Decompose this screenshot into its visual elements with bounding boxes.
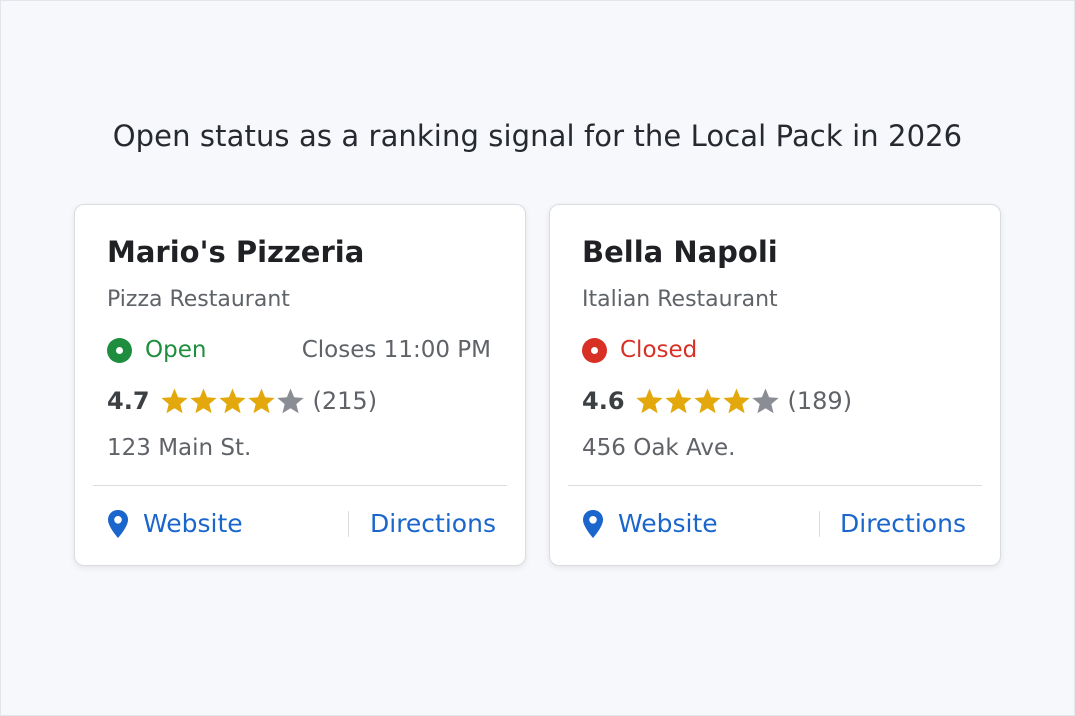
star-rating: [160, 387, 305, 415]
business-category: Pizza Restaurant: [107, 287, 290, 312]
business-category: Italian Restaurant: [582, 287, 778, 312]
review-count-link[interactable]: (189): [788, 387, 853, 415]
rating-row: 4.6 (189): [582, 385, 852, 417]
open-status-icon: [107, 338, 132, 363]
closing-time: Closes 11:00 PM: [301, 337, 491, 363]
page-title: Open status as a ranking signal for the …: [112, 119, 963, 153]
business-card-marios-pizzeria[interactable]: Mario's Pizzeria Pizza Restaurant Open C…: [74, 204, 526, 566]
directions-label: Directions: [840, 509, 966, 538]
rating-value: 4.6: [582, 387, 625, 415]
open-status-row: Closed: [582, 335, 976, 365]
directions-button[interactable]: Directions: [370, 507, 496, 541]
closed-status-icon: [582, 338, 607, 363]
business-name[interactable]: Bella Napoli: [582, 233, 778, 271]
card-divider: [93, 485, 507, 486]
business-name[interactable]: Mario's Pizzeria: [107, 233, 364, 271]
review-count-link[interactable]: (215): [313, 387, 378, 415]
website-label: Website: [618, 509, 718, 538]
website-button[interactable]: Website: [107, 507, 243, 541]
rating-row: 4.7 (215): [107, 385, 377, 417]
directions-button[interactable]: Directions: [840, 507, 966, 541]
star-filled-icon: [218, 388, 246, 414]
business-address: 123 Main St.: [107, 435, 252, 461]
business-card-bella-napoli[interactable]: Bella Napoli Italian Restaurant Closed 4…: [549, 204, 1001, 566]
star-filled-icon: [247, 388, 275, 414]
star-empty-icon: [276, 388, 304, 414]
star-filled-icon: [664, 388, 692, 414]
star-filled-icon: [693, 388, 721, 414]
location-pin-icon: [583, 510, 603, 538]
website-label: Website: [143, 509, 243, 538]
open-status-text: Open: [145, 337, 207, 363]
star-rating: [635, 387, 780, 415]
star-filled-icon: [722, 388, 750, 414]
card-divider: [568, 485, 982, 486]
website-button[interactable]: Website: [582, 507, 718, 541]
business-address: 456 Oak Ave.: [582, 435, 736, 461]
action-separator: [819, 511, 820, 537]
open-status-row: Open Closes 11:00 PM: [107, 335, 501, 365]
action-separator: [348, 511, 349, 537]
rating-value: 4.7: [107, 387, 150, 415]
star-filled-icon: [189, 388, 217, 414]
directions-label: Directions: [370, 509, 496, 538]
star-filled-icon: [635, 388, 663, 414]
star-empty-icon: [751, 388, 779, 414]
star-filled-icon: [160, 388, 188, 414]
location-pin-icon: [108, 510, 128, 538]
open-status-text: Closed: [620, 337, 698, 363]
